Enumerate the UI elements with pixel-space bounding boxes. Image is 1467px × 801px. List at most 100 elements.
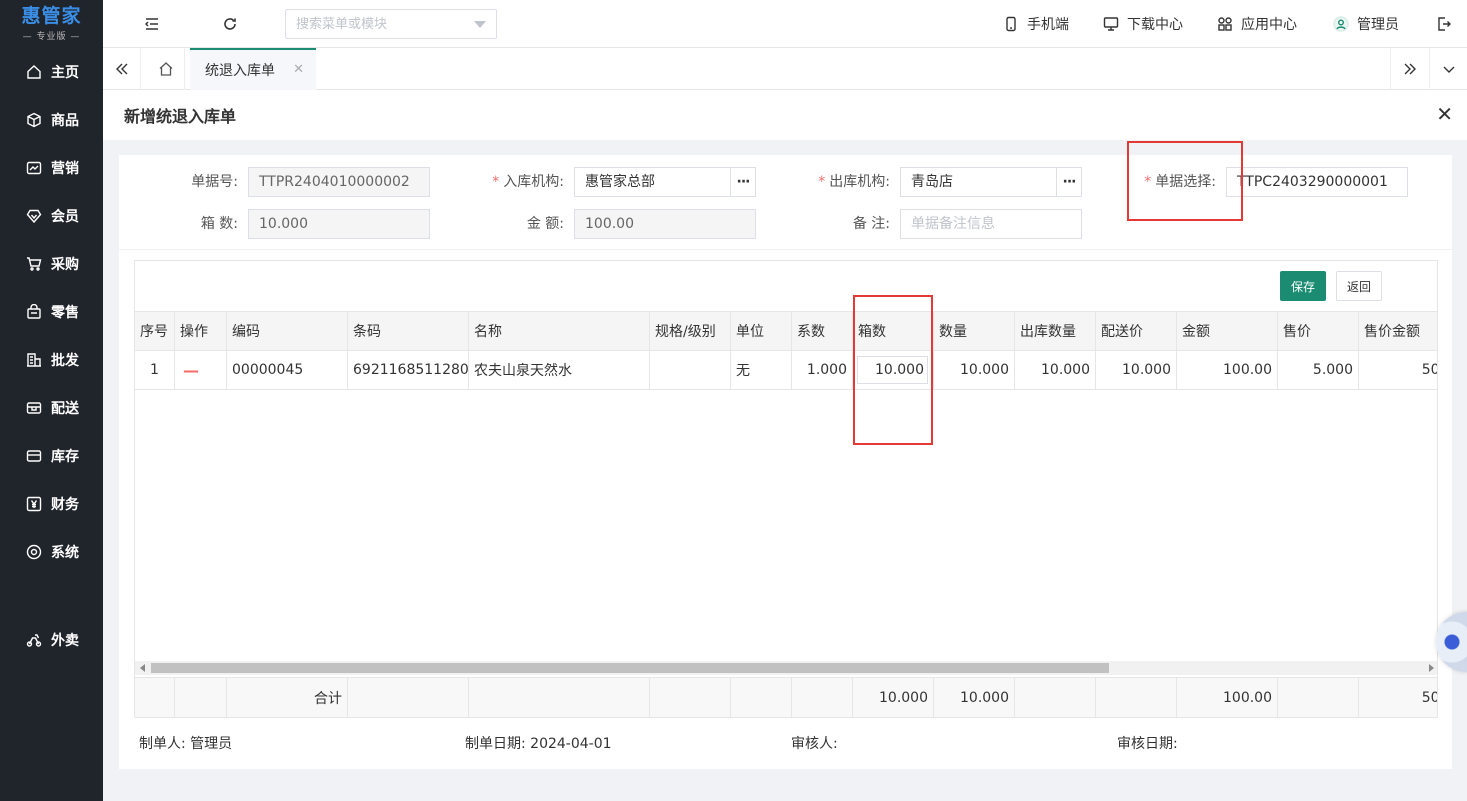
settings-icon xyxy=(25,543,43,561)
foot-cell xyxy=(1096,678,1177,717)
cell-amount: 100.00 xyxy=(1177,351,1278,389)
tabs-scroll-right-icon[interactable] xyxy=(1390,48,1428,90)
audit-date-label: 审核日期: xyxy=(1117,736,1178,752)
user-menu[interactable]: 管理员 xyxy=(1333,0,1399,48)
boxes-label: 箱 数: xyxy=(200,216,238,232)
tab-return-warehousing[interactable]: 统退入库单 ✕ xyxy=(190,48,316,90)
col-seq: 序号 xyxy=(135,312,175,350)
truck-icon xyxy=(25,399,43,417)
auditor-label: 审核人: xyxy=(791,736,838,752)
scroll-left-arrow-icon[interactable] xyxy=(140,664,145,672)
menu-search-select[interactable] xyxy=(285,9,497,39)
required-mark: * xyxy=(818,174,826,190)
yen-icon xyxy=(25,495,43,513)
foot-cell xyxy=(135,678,175,717)
boxes-field: 10.000 xyxy=(248,209,430,239)
scrollbar-thumb[interactable] xyxy=(151,663,1109,673)
foot-amount: 100.00 xyxy=(1177,678,1278,717)
auditor-info: 审核人: xyxy=(791,733,838,753)
sidebar-item-system[interactable]: 系统 xyxy=(0,528,103,576)
table-header: 序号 操作 编码 条码 名称 规格/级别 单位 系数 箱数 数量 出库数量 配送… xyxy=(135,311,1437,351)
menu-search-input[interactable] xyxy=(286,10,466,38)
in-org-field[interactable]: 惠管家总部 ··· xyxy=(574,167,756,197)
amount-label: 金 额: xyxy=(526,216,564,232)
sidebar-item-member[interactable]: 会员 xyxy=(0,192,103,240)
box-icon xyxy=(25,447,43,465)
doc-no-label: 单据号: xyxy=(191,174,238,190)
home-icon xyxy=(25,63,43,81)
apps-grid-icon xyxy=(1218,17,1232,31)
table-footer: 合计 10.000 10.000 100.00 50. xyxy=(135,677,1437,717)
in-org-value: 惠管家总部 xyxy=(585,174,655,190)
sidebar-item-purchase[interactable]: 采购 xyxy=(0,240,103,288)
col-sale-amount: 售价金额 xyxy=(1359,312,1437,350)
sidebar-item-marketing[interactable]: 营销 xyxy=(0,144,103,192)
in-org-picker-button[interactable]: ··· xyxy=(730,168,755,196)
download-center-label: 下载中心 xyxy=(1127,17,1183,33)
remark-label: 备 注: xyxy=(852,216,890,232)
doc-select-field[interactable]: TTPC2403290000001 xyxy=(1226,167,1408,197)
foot-cell xyxy=(731,678,792,717)
cube-icon xyxy=(25,111,43,129)
mobile-link[interactable]: 手机端 xyxy=(1003,0,1069,48)
sidebar-item-label: 营销 xyxy=(51,161,79,177)
download-center-link[interactable]: 下载中心 xyxy=(1103,0,1183,48)
remove-row-button[interactable]: — xyxy=(183,361,199,380)
back-button[interactable]: 返回 xyxy=(1336,271,1382,301)
user-avatar-icon xyxy=(1333,16,1349,32)
collapse-menu-icon[interactable] xyxy=(142,14,162,34)
close-icon[interactable]: ✕ xyxy=(293,62,304,77)
sidebar-item-label: 批发 xyxy=(51,353,79,369)
cell-out-qty: 10.000 xyxy=(1015,351,1096,389)
col-factor: 系数 xyxy=(792,312,853,350)
sidebar-item-delivery[interactable]: 配送 xyxy=(0,384,103,432)
maker-info: 制单人: 管理员 xyxy=(139,733,232,753)
sidebar-item-goods[interactable]: 商品 xyxy=(0,96,103,144)
cell-seq: 1 xyxy=(135,351,175,389)
tab-label: 统退入库单 xyxy=(205,63,275,79)
monitor-icon xyxy=(1103,17,1119,31)
diamond-icon xyxy=(25,207,43,225)
cell-barcode: 6921168511280 xyxy=(348,351,469,389)
logout-icon[interactable] xyxy=(1434,14,1454,34)
tabs-scroll-left-icon[interactable] xyxy=(103,48,141,90)
sidebar-item-label: 外卖 xyxy=(51,633,79,649)
app-center-link[interactable]: 应用中心 xyxy=(1217,0,1297,48)
sidebar-item-label: 商品 xyxy=(51,113,79,129)
remark-field[interactable]: 单据备注信息 xyxy=(900,209,1082,239)
table-row[interactable]: 1 — 00000045 6921168511280 农夫山泉天然水 无 1.0… xyxy=(135,351,1437,390)
cell-op: — xyxy=(175,351,227,389)
col-code: 编码 xyxy=(227,312,348,350)
sidebar-item-takeout[interactable]: 外卖 xyxy=(0,616,103,664)
divider xyxy=(119,249,1452,250)
sidebar-item-finance[interactable]: 财务 xyxy=(0,480,103,528)
col-out-qty: 出库数量 xyxy=(1015,312,1096,350)
scroll-right-arrow-icon[interactable] xyxy=(1429,664,1434,672)
save-button[interactable]: 保存 xyxy=(1280,271,1326,301)
sidebar-item-label: 配送 xyxy=(51,401,79,417)
cell-sale-price: 5.000 xyxy=(1278,351,1359,389)
col-unit: 单位 xyxy=(731,312,792,350)
doc-select-label: * 单据选择: xyxy=(1116,167,1216,197)
out-org-field[interactable]: 青岛店 ··· xyxy=(900,167,1082,197)
refresh-icon[interactable] xyxy=(220,14,240,34)
sidebar: 惠管家 — 专业版 — 主页 商品 营销 会员 采购 零售 批发 配送 库存 财… xyxy=(0,0,103,801)
scooter-icon xyxy=(25,631,43,649)
close-icon[interactable]: ✕ xyxy=(1436,104,1453,124)
mobile-label: 手机端 xyxy=(1027,17,1069,33)
boxes-input[interactable]: 10.000 xyxy=(857,356,928,384)
horizontal-scrollbar[interactable] xyxy=(135,661,1437,675)
detail-grid-panel: 保存 返回 序号 操作 编码 条码 名称 规格/级别 单位 系数 箱数 数量 出… xyxy=(134,260,1438,718)
sidebar-item-retail[interactable]: 零售 xyxy=(0,288,103,336)
sidebar-item-inventory[interactable]: 库存 xyxy=(0,432,103,480)
foot-cell xyxy=(792,678,853,717)
tabs-menu-chevron-down-icon[interactable] xyxy=(1429,48,1467,90)
chevron-down-icon[interactable] xyxy=(474,21,486,28)
out-org-picker-button[interactable]: ··· xyxy=(1056,168,1081,196)
sidebar-item-home[interactable]: 主页 xyxy=(0,48,103,96)
foot-cell xyxy=(1278,678,1359,717)
sidebar-item-wholesale[interactable]: 批发 xyxy=(0,336,103,384)
sidebar-item-label: 系统 xyxy=(51,545,79,561)
app-center-label: 应用中心 xyxy=(1241,17,1297,33)
tab-home-icon[interactable] xyxy=(147,48,185,90)
